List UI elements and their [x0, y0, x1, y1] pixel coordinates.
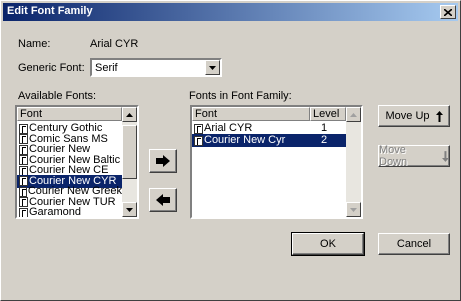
name-value: Arial CYR: [90, 38, 139, 50]
family-font-column-header[interactable]: Font: [192, 107, 310, 121]
family-font-item[interactable]: Courier New Cyr 2: [192, 134, 346, 147]
cancel-label: Cancel: [396, 238, 432, 250]
move-down-label: Move Down: [379, 144, 408, 168]
ok-button[interactable]: OK: [291, 232, 365, 256]
ok-label: OK: [320, 238, 336, 250]
window-title: Edit Font Family: [7, 5, 93, 17]
scroll-up-button[interactable]: [122, 107, 137, 122]
arrow-down-icon: [350, 207, 357, 212]
arrow-right-icon: [156, 155, 170, 167]
generic-font-dropdown[interactable]: Serif: [90, 58, 222, 77]
family-scroll-up-button[interactable]: [346, 107, 361, 122]
family-fonts-label: Fonts in Font Family:: [189, 90, 292, 102]
available-fonts-label: Available Fonts:: [18, 90, 97, 102]
scroll-thumb[interactable]: [122, 125, 137, 179]
truetype-font-icon: [194, 135, 203, 146]
move-up-label: Move Up: [385, 110, 430, 122]
cancel-button[interactable]: Cancel: [378, 233, 450, 255]
arrow-up-icon: [350, 112, 357, 117]
add-font-button[interactable]: [149, 149, 177, 173]
remove-font-button[interactable]: [149, 188, 177, 212]
close-icon: [444, 8, 452, 16]
chevron-down-icon: [209, 65, 216, 70]
available-font-column-header[interactable]: Font: [17, 107, 122, 121]
move-down-button[interactable]: Move Down: [378, 144, 450, 168]
scroll-down-button[interactable]: [122, 202, 137, 217]
family-font-name: Courier New Cyr: [204, 134, 286, 146]
available-font-item[interactable]: Garamond: [17, 206, 122, 218]
move-up-button[interactable]: Move Up: [378, 105, 450, 127]
edit-font-family-dialog: Edit Font Family Name: Arial CYR Generic…: [0, 0, 461, 301]
arrow-up-icon: [126, 112, 133, 117]
generic-font-label: Generic Font:: [18, 62, 85, 74]
available-font-name: Garamond: [29, 206, 81, 218]
title-bar[interactable]: Edit Font Family: [3, 3, 458, 21]
family-fonts-header: Font Level: [192, 107, 346, 121]
generic-font-value: Serif: [95, 62, 118, 74]
family-fonts-scrollbar[interactable]: [346, 107, 361, 217]
family-font-level: 2: [320, 134, 328, 146]
arrow-up-icon: [435, 110, 443, 122]
available-fonts-scrollbar[interactable]: [122, 107, 137, 217]
available-fonts-header: Font: [17, 107, 122, 121]
truetype-font-icon: [19, 207, 28, 217]
close-button[interactable]: [440, 5, 456, 19]
truetype-font-icon: [194, 123, 203, 134]
dropdown-arrow-button[interactable]: [205, 60, 220, 75]
arrow-down-icon: [442, 150, 449, 162]
available-fonts-list[interactable]: Font Century Gothic Comic Sans MS Courier …: [15, 105, 139, 219]
arrow-left-icon: [156, 194, 170, 206]
name-label: Name:: [18, 38, 51, 50]
family-scroll-down-button[interactable]: [346, 202, 361, 217]
arrow-down-icon: [126, 207, 133, 212]
family-fonts-list[interactable]: Font Level Arial CYR 1 Courier New Cyr 2: [190, 105, 363, 219]
family-level-column-header[interactable]: Level: [310, 107, 346, 121]
